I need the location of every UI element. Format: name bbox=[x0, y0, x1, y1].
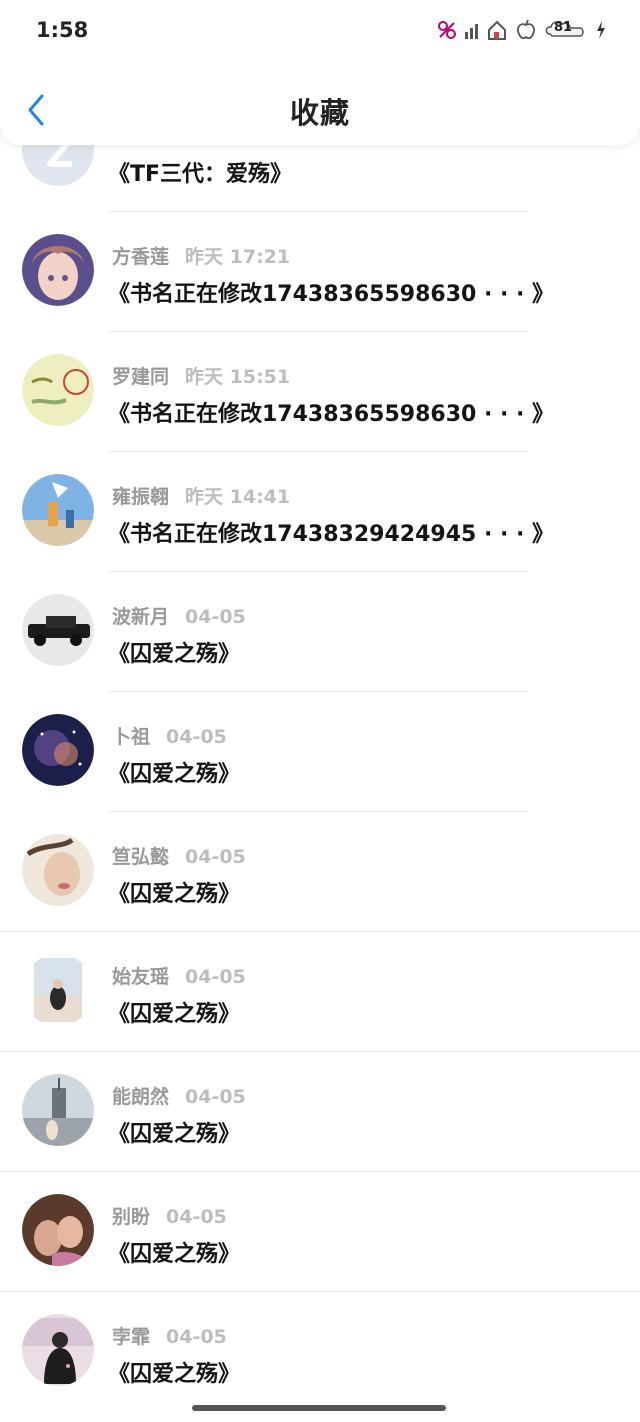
item-title: 《TF三代：爱殇》 bbox=[108, 162, 293, 187]
list-item[interactable]: 始友瑶 04-05 《囚爱之殇》 bbox=[0, 932, 640, 1052]
list-item[interactable]: 罗建同 昨天 15:51 《书名正在修改17438365598630 · · · … bbox=[0, 332, 640, 452]
item-title: 《书名正在修改17438365598630 · · · 》 bbox=[108, 402, 555, 427]
item-meta: 始友瑶 04-05 bbox=[112, 962, 246, 989]
home-indicator[interactable] bbox=[192, 1405, 446, 1411]
item-meta: 罗建同 昨天 15:51 bbox=[112, 362, 290, 389]
avatar bbox=[22, 834, 94, 906]
signal-icon bbox=[464, 20, 480, 40]
author-name: 卜祖 bbox=[112, 726, 151, 748]
list-item[interactable]: 别盼 04-05 《囚爱之殇》 bbox=[0, 1172, 640, 1292]
item-title: 《书名正在修改17438329424945 · · · 》 bbox=[108, 522, 555, 547]
avatar bbox=[22, 1194, 94, 1266]
item-date: 04-05 bbox=[185, 1086, 246, 1108]
list-item[interactable]: 雍振翱 昨天 14:41 《书名正在修改17438329424945 · · · … bbox=[0, 452, 640, 572]
item-meta: 能朗然 04-05 bbox=[112, 1082, 246, 1109]
favorites-list: 《TF三代：爱殇》 方香莲 昨天 17:21 《书名正在修改17438365598… bbox=[0, 92, 640, 1412]
item-title: 《书名正在修改17438365598630 · · · 》 bbox=[108, 282, 555, 307]
avatar bbox=[22, 1074, 94, 1146]
item-title: 《囚爱之殇》 bbox=[108, 642, 241, 667]
item-title: 《囚爱之殇》 bbox=[108, 1362, 241, 1387]
item-date: 昨天 17:21 bbox=[185, 246, 291, 268]
author-name: 孛霏 bbox=[112, 1326, 151, 1348]
status-icons: 81 bbox=[436, 16, 606, 44]
item-title: 《囚爱之殇》 bbox=[108, 1122, 241, 1147]
author-name: 罗建同 bbox=[112, 366, 170, 388]
list-item[interactable]: 方香莲 昨天 17:21 《书名正在修改17438365598630 · · · … bbox=[0, 212, 640, 332]
app-notification-icon bbox=[436, 19, 458, 41]
author-name: 雍振翱 bbox=[112, 486, 170, 508]
avatar bbox=[22, 1314, 94, 1386]
author-name: 能朗然 bbox=[112, 1086, 170, 1108]
battery-level: 81 bbox=[554, 20, 573, 35]
item-title: 《囚爱之殇》 bbox=[108, 762, 241, 787]
item-date: 04-05 bbox=[166, 1326, 227, 1348]
item-title: 《囚爱之殇》 bbox=[108, 882, 241, 907]
item-title: 《囚爱之殇》 bbox=[108, 1242, 241, 1267]
status-time: 1:58 bbox=[36, 18, 89, 42]
author-name: 波新月 bbox=[112, 606, 170, 628]
item-meta: 雍振翱 昨天 14:41 bbox=[112, 482, 290, 509]
apple-icon bbox=[514, 18, 538, 42]
item-meta: 卜祖 04-05 bbox=[112, 722, 227, 749]
author-name: 方香莲 bbox=[112, 246, 170, 268]
item-date: 昨天 15:51 bbox=[185, 366, 291, 388]
item-title: 《囚爱之殇》 bbox=[108, 1002, 241, 1027]
item-date: 04-05 bbox=[166, 1206, 227, 1228]
author-name: 笪弘懿 bbox=[112, 846, 170, 868]
author-name: 始友瑶 bbox=[112, 966, 170, 988]
author-name: 别盼 bbox=[112, 1206, 151, 1228]
avatar bbox=[22, 714, 94, 786]
avatar bbox=[22, 234, 94, 306]
list-item[interactable]: 波新月 04-05 《囚爱之殇》 bbox=[0, 572, 640, 692]
header: 1:58 81 收藏 bbox=[0, 0, 640, 145]
battery-icon: 81 bbox=[544, 18, 590, 42]
list-item[interactable]: 能朗然 04-05 《囚爱之殇》 bbox=[0, 1052, 640, 1172]
status-bar: 1:58 81 bbox=[0, 0, 640, 60]
avatar bbox=[22, 474, 94, 546]
item-date: 04-05 bbox=[185, 606, 246, 628]
item-meta: 方香莲 昨天 17:21 bbox=[112, 242, 290, 269]
list-item[interactable]: 孛霏 04-05 《囚爱之殇》 bbox=[0, 1292, 640, 1412]
avatar bbox=[22, 594, 94, 666]
item-date: 04-05 bbox=[185, 846, 246, 868]
item-meta: 别盼 04-05 bbox=[112, 1202, 227, 1229]
list-item[interactable]: 笪弘懿 04-05 《囚爱之殇》 bbox=[0, 812, 640, 932]
item-meta: 笪弘懿 04-05 bbox=[112, 842, 246, 869]
list-item[interactable]: 卜祖 04-05 《囚爱之殇》 bbox=[0, 692, 640, 812]
avatar bbox=[22, 954, 94, 1026]
page-title: 收藏 bbox=[289, 96, 350, 130]
item-date: 昨天 14:41 bbox=[185, 486, 291, 508]
item-date: 04-05 bbox=[185, 966, 246, 988]
item-meta: 孛霏 04-05 bbox=[112, 1322, 227, 1349]
charging-icon bbox=[596, 21, 606, 39]
item-meta: 波新月 04-05 bbox=[112, 602, 246, 629]
avatar bbox=[22, 354, 94, 426]
item-date: 04-05 bbox=[166, 726, 227, 748]
home-icon bbox=[486, 19, 508, 41]
